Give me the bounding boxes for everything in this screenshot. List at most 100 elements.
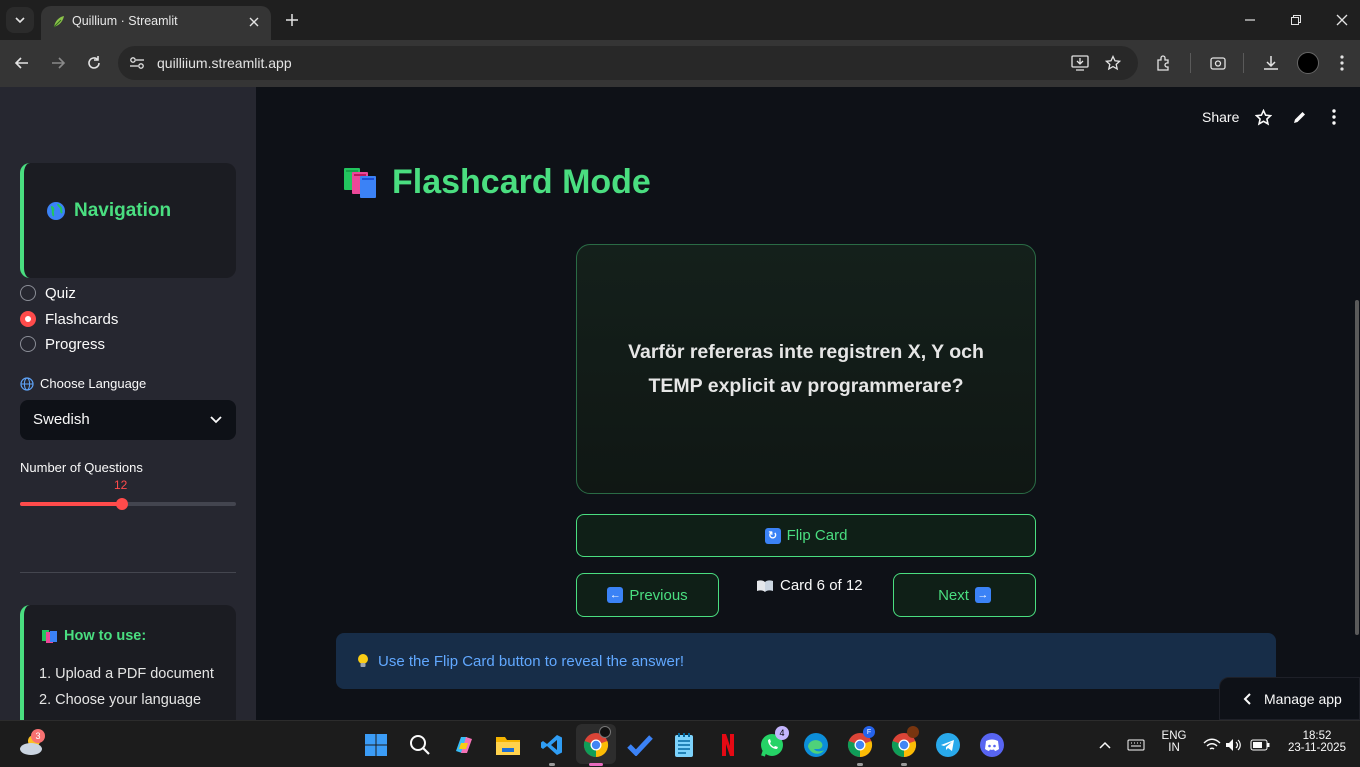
previous-button[interactable]: ← Previous (576, 573, 719, 617)
extensions-icon[interactable] (1153, 52, 1175, 74)
nav-radio-label: Flashcards (45, 310, 119, 328)
slider-fill (20, 502, 122, 506)
taskbar-search[interactable] (406, 731, 434, 759)
more-options-icon[interactable] (1324, 107, 1344, 127)
language-label-text: Choose Language (40, 376, 147, 391)
questions-slider[interactable] (20, 498, 236, 510)
clock-time: 18:52 (1302, 730, 1332, 742)
windows-taskbar: 3 4 F ENG IN 18:52 23-11-2025 (0, 720, 1360, 767)
chrome-profile-badge (599, 726, 611, 738)
radio-circle[interactable] (20, 336, 36, 352)
edge-icon (804, 733, 828, 757)
taskbar-edge[interactable] (802, 731, 830, 759)
volume-tray[interactable] (1220, 731, 1248, 759)
whatsapp-badge: 4 (775, 726, 789, 740)
minimize-button[interactable] (1240, 10, 1260, 30)
language-label: Choose Language (20, 376, 146, 391)
new-tab-button[interactable] (282, 10, 302, 30)
main-content: Share Flashcard Mode Varför refereras in… (256, 87, 1360, 720)
taskbar-chrome-profile-2[interactable] (890, 726, 919, 759)
globe-meridians-icon (20, 376, 34, 391)
chrome-profile-badge (907, 726, 919, 738)
back-button[interactable] (11, 52, 33, 74)
manage-app-label: Manage app (1264, 690, 1342, 707)
show-hidden-icons[interactable] (1091, 731, 1119, 759)
browser-tab-bar: Quillium · Streamlit (0, 0, 1360, 40)
language-select[interactable]: Swedish (20, 400, 236, 440)
clock[interactable]: 18:52 23-11-2025 (1282, 730, 1352, 754)
nav-radio-flashcards[interactable]: Flashcards (20, 309, 118, 329)
flashcard-question: Varför refereras inte registren X, Y och… (628, 341, 984, 397)
toolbar-separator (1190, 53, 1191, 73)
site-settings-icon[interactable] (128, 54, 146, 72)
taskbar-netflix[interactable] (714, 731, 742, 759)
flashcard[interactable]: Varför refereras inte registren X, Y och… (576, 244, 1036, 494)
page-scrollbar[interactable] (1355, 300, 1359, 635)
lightbulb-icon (358, 654, 368, 667)
chevron-left-icon (1243, 692, 1251, 705)
radio-circle[interactable] (20, 285, 36, 301)
language-select-value: Swedish (33, 411, 90, 428)
taskbar-file-explorer[interactable] (494, 731, 522, 759)
taskbar-chrome-active[interactable] (582, 726, 611, 759)
tab-close-icon[interactable] (245, 13, 263, 31)
vscode-icon (541, 735, 562, 755)
profile-avatar[interactable] (1297, 52, 1319, 74)
input-language[interactable]: ENG IN (1158, 730, 1190, 754)
nav-radio-label: Quiz (45, 284, 76, 302)
taskbar-running-indicator (589, 763, 603, 766)
taskbar-discord[interactable] (978, 731, 1006, 759)
radio-circle-selected[interactable] (20, 311, 36, 327)
bookmark-star-icon[interactable] (1104, 54, 1122, 72)
star-icon[interactable] (1253, 107, 1273, 127)
flip-card-button[interactable]: ↻ Flip Card (576, 514, 1036, 557)
input-language-line1: ENG (1161, 730, 1187, 742)
keyboard-tray[interactable] (1122, 731, 1150, 759)
battery-icon (1250, 739, 1270, 751)
streamlit-leaf-icon (51, 14, 67, 30)
next-button[interactable]: Next → (893, 573, 1036, 617)
taskbar-telegram[interactable] (934, 731, 962, 759)
taskbar-copilot[interactable] (450, 731, 478, 759)
share-button[interactable]: Share (1202, 109, 1239, 125)
install-app-icon[interactable] (1071, 54, 1089, 72)
browser-tab[interactable]: Quillium · Streamlit (41, 6, 271, 40)
taskbar-chrome-profile-f[interactable]: F (846, 726, 875, 759)
taskbar-vscode[interactable] (538, 731, 566, 759)
input-language-line2: IN (1168, 742, 1180, 754)
arrow-left-icon: ← (607, 587, 624, 603)
reload-button[interactable] (83, 52, 105, 74)
previous-label: Previous (629, 586, 688, 604)
start-button[interactable] (362, 731, 390, 759)
screenshot-icon[interactable] (1207, 52, 1229, 74)
manage-app-button[interactable]: Manage app (1219, 677, 1360, 720)
url-text: quilliium.streamlit.app (157, 55, 292, 71)
chrome-menu-icon[interactable] (1331, 52, 1353, 74)
forward-button[interactable] (47, 52, 69, 74)
nav-radio-progress[interactable]: Progress (20, 334, 105, 354)
how-to-use-card: How to use: 1. Upload a PDF document 2. … (20, 605, 236, 720)
taskbar-notepad[interactable] (670, 731, 698, 759)
battery-tray[interactable] (1246, 731, 1274, 759)
copilot-icon (456, 737, 472, 753)
netflix-icon (722, 734, 734, 756)
questions-slider-value: 12 (114, 478, 128, 492)
address-bar[interactable]: quilliium.streamlit.app (118, 46, 1138, 80)
sidebar-divider (20, 572, 236, 573)
wifi-icon (1203, 738, 1221, 750)
weather-widget[interactable]: 3 (18, 729, 46, 759)
tab-search-button[interactable] (6, 7, 34, 33)
edit-pencil-icon[interactable] (1289, 107, 1309, 127)
slider-thumb[interactable] (115, 498, 128, 510)
open-book-icon (757, 579, 773, 592)
how-to-use-title: How to use: (41, 628, 146, 644)
taskbar-todo[interactable] (626, 731, 654, 759)
weather-badge: 3 (31, 729, 45, 743)
download-icon[interactable] (1260, 52, 1282, 74)
page-title: Flashcard Mode (342, 163, 651, 202)
taskbar-whatsapp[interactable]: 4 (758, 726, 789, 759)
restore-button[interactable] (1286, 10, 1306, 30)
close-window-button[interactable] (1332, 10, 1352, 30)
nav-radio-quiz[interactable]: Quiz (20, 283, 76, 303)
checkmark-icon (627, 735, 653, 756)
